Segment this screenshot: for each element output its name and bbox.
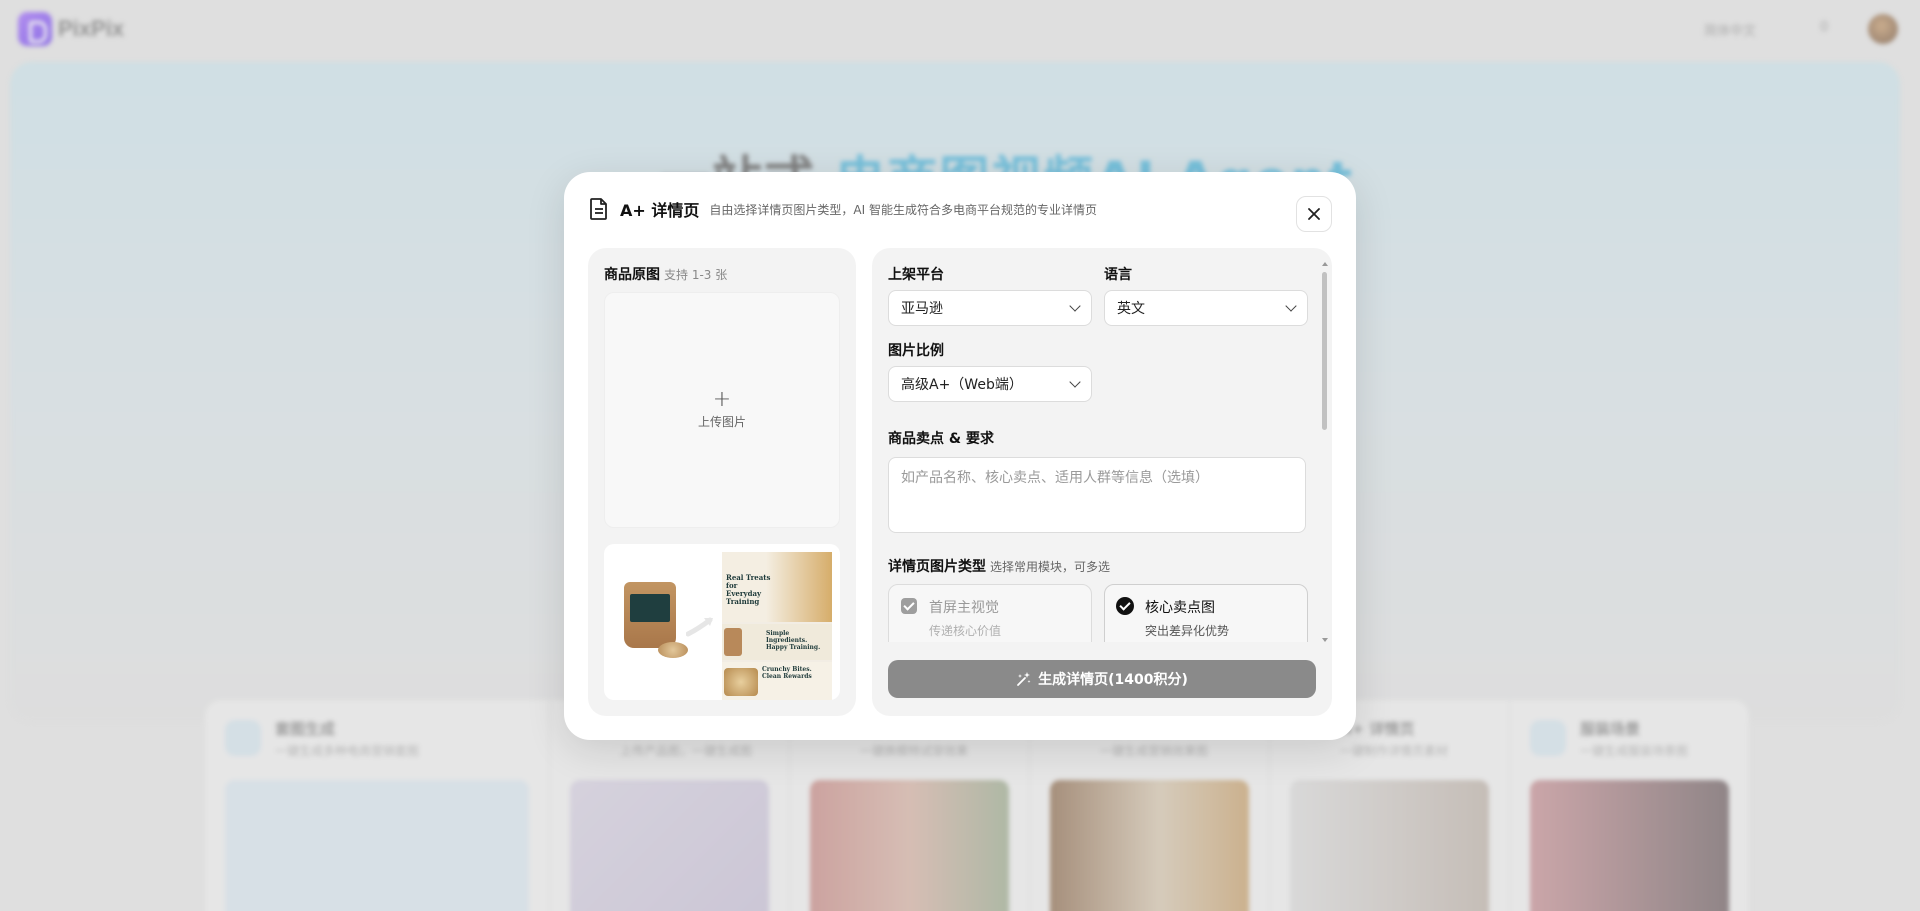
generate-button-label: 生成详情页(1400积分): [1038, 672, 1188, 688]
scroll-down-arrow-icon[interactable]: [1322, 638, 1328, 642]
image-type-core-selling[interactable]: 核心卖点图 突出差异化优势: [1104, 584, 1308, 642]
scroll-up-arrow-icon[interactable]: [1322, 262, 1328, 266]
modal-header: A+ 详情页 自由选择详情页图片类型，AI 智能生成符合多电商平台规范的专业详情…: [588, 194, 1097, 224]
settings-scroll-area[interactable]: 上架平台 亚马逊 语言 英文 图片比例 高级A+（Web端） 商品卖点 & 要求…: [872, 248, 1332, 642]
example-panel-2-text: Simple Ingredients. Happy Training.: [766, 630, 821, 651]
language-label: 语言: [1104, 267, 1132, 283]
example-detail-page: Real Treats for Everyday Training Simple…: [722, 552, 832, 700]
example-panel-3-text: Crunchy Bites. Clean Rewards: [762, 666, 812, 680]
chevron-down-icon: [1285, 300, 1297, 312]
example-panel-2: Simple Ingredients. Happy Training.: [722, 624, 832, 660]
document-icon: [588, 197, 610, 221]
plus-icon: +: [712, 386, 732, 412]
platform-select[interactable]: 亚马逊: [888, 290, 1092, 326]
image-types-hint: 选择常用模块，可多选: [990, 560, 1111, 574]
image-type-title: 首屏主视觉: [929, 600, 999, 616]
example-preview: Real Treats for Everyday Training Simple…: [604, 544, 840, 700]
example-panel-1-text: Real Treats for Everyday Training: [726, 573, 771, 606]
modal-title: A+ 详情页: [620, 201, 700, 220]
close-icon: [1308, 208, 1320, 220]
upload-label: 上传图片: [697, 414, 746, 429]
chevron-down-icon: [1069, 300, 1081, 312]
sparkle-wand-icon: [1017, 672, 1031, 686]
scrollbar-thumb[interactable]: [1322, 272, 1327, 430]
checkbox-checked: [1116, 597, 1134, 615]
image-type-title: 核心卖点图: [1145, 600, 1215, 616]
ratio-select[interactable]: 高级A+（Web端）: [888, 366, 1092, 402]
checkbox-checked-disabled: [901, 598, 917, 614]
example-product-treats: [658, 642, 688, 658]
chevron-down-icon: [1069, 376, 1081, 388]
product-image-panel: 商品原图 支持 1-3 张 + 上传图片 Real Treats for Ever…: [588, 248, 856, 716]
arrow-right-icon: [686, 617, 713, 637]
close-button[interactable]: [1296, 196, 1332, 232]
product-image-label: 商品原图 支持 1-3 张: [604, 264, 727, 284]
modal-subtitle: 自由选择详情页图片类型，AI 智能生成符合多电商平台规范的专业详情页: [709, 202, 1097, 217]
selling-points-label: 商品卖点 & 要求: [888, 431, 994, 447]
product-image-label-text: 商品原图: [604, 267, 660, 283]
ratio-label: 图片比例: [888, 343, 944, 359]
platform-label: 上架平台: [888, 267, 944, 283]
selling-points-input[interactable]: [888, 457, 1306, 533]
example-product-bag: [624, 582, 676, 648]
a-plus-detail-modal: A+ 详情页 自由选择详情页图片类型，AI 智能生成符合多电商平台规范的专业详情…: [564, 172, 1356, 740]
platform-value: 亚马逊: [901, 301, 943, 317]
ratio-value: 高级A+（Web端）: [901, 377, 1023, 393]
image-type-subtitle: 传递核心价值: [929, 624, 1002, 638]
image-type-subtitle: 突出差异化优势: [1145, 624, 1230, 638]
settings-panel: 上架平台 亚马逊 语言 英文 图片比例 高级A+（Web端） 商品卖点 & 要求…: [872, 248, 1332, 716]
image-type-hero-visual[interactable]: 首屏主视觉 传递核心价值: [888, 584, 1092, 642]
language-value: 英文: [1117, 301, 1145, 317]
settings-scrollbar[interactable]: [1322, 262, 1328, 642]
image-types-label: 详情页图片类型 选择常用模块，可多选: [888, 556, 1110, 576]
product-image-hint: 支持 1-3 张: [664, 268, 728, 282]
language-select[interactable]: 英文: [1104, 290, 1308, 326]
upload-dropzone[interactable]: + 上传图片: [604, 292, 840, 528]
image-types-label-text: 详情页图片类型: [888, 559, 986, 575]
generate-detail-page-button[interactable]: 生成详情页(1400积分): [888, 660, 1316, 698]
example-panel-3: Crunchy Bites. Clean Rewards: [722, 662, 832, 700]
example-panel-1: Real Treats for Everyday Training: [722, 552, 832, 622]
